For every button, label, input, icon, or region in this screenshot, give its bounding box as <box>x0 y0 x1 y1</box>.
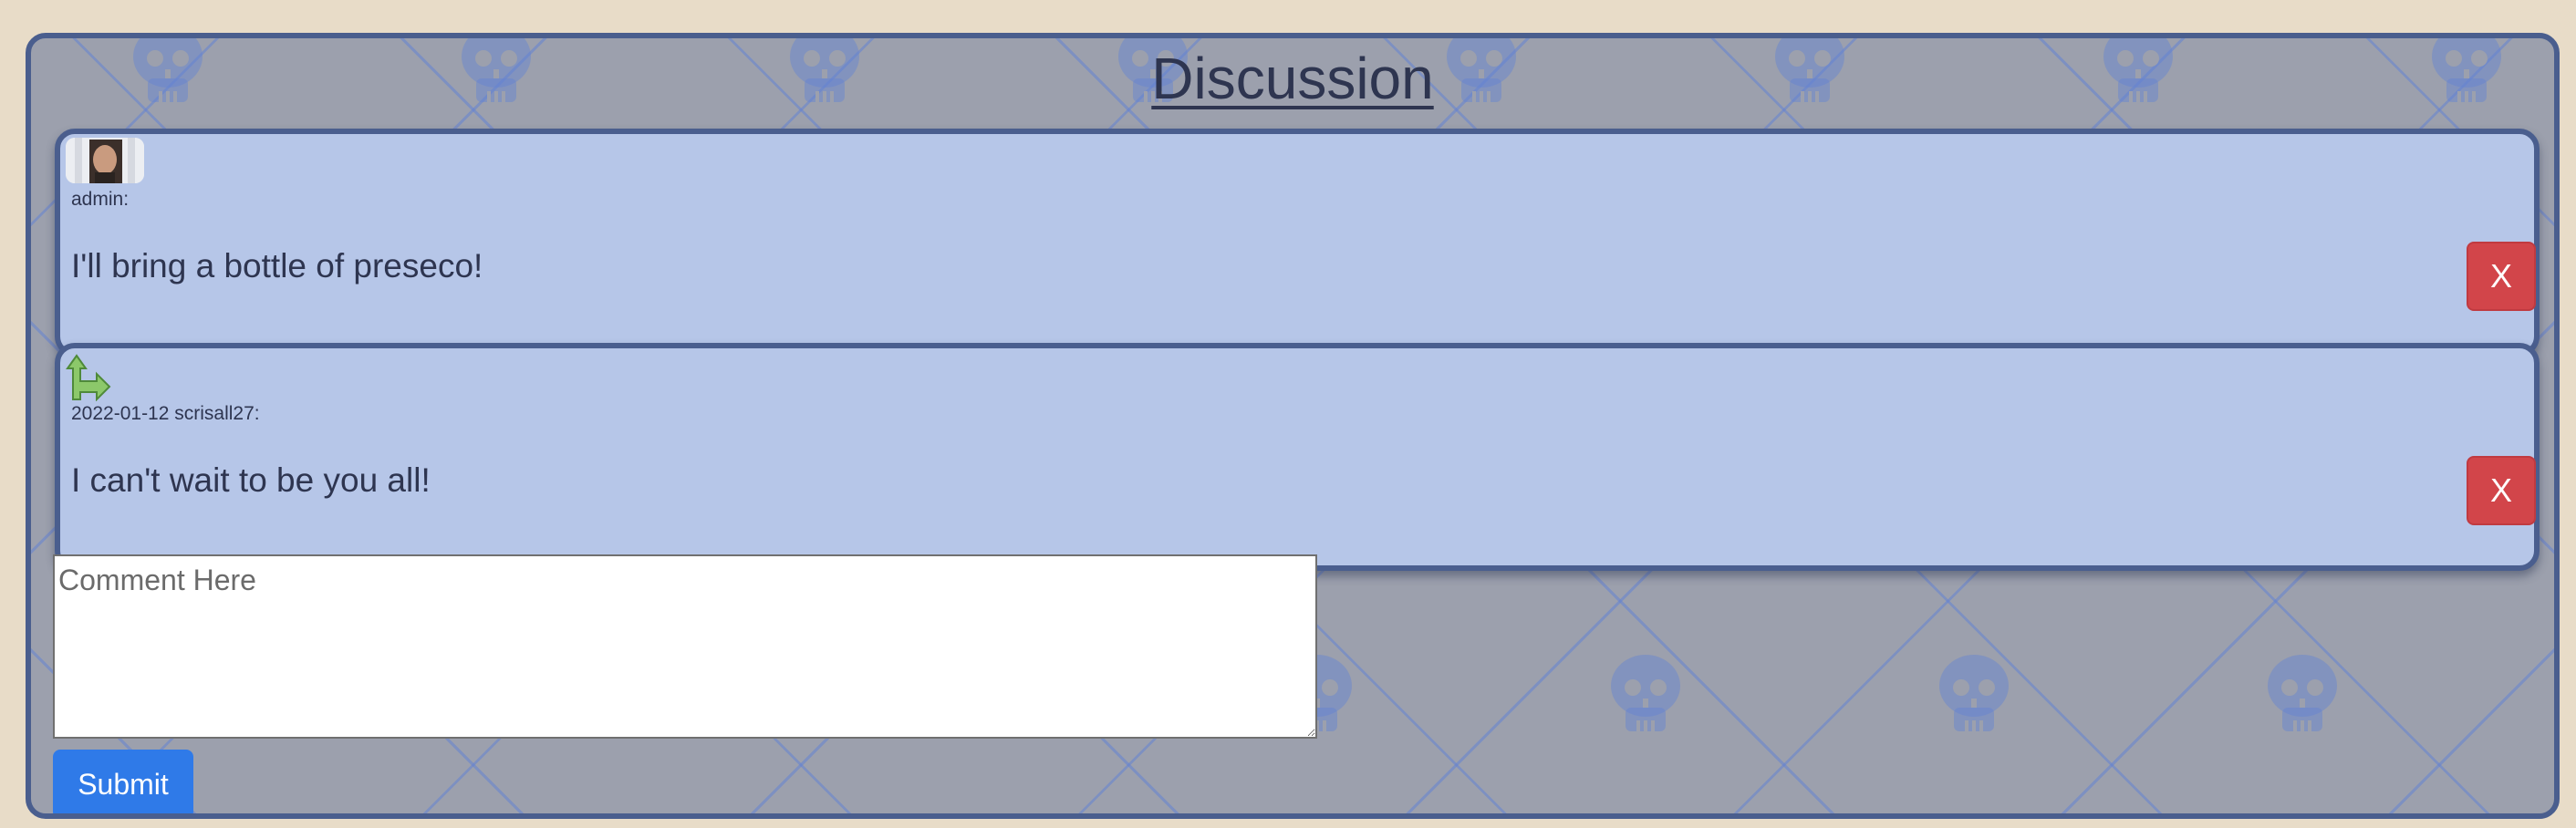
skull-pattern-icon <box>2268 655 2337 731</box>
comment-author: 2022-01-12 scrisall27: <box>71 403 260 424</box>
page-title: Discussion <box>1151 46 1434 111</box>
submit-button[interactable]: Submit <box>53 750 193 813</box>
comment-author: admin: <box>71 189 130 210</box>
skull-pattern-icon <box>1611 655 1680 731</box>
comment-input[interactable] <box>53 554 1317 739</box>
comment-text: I can't wait to be you all! <box>71 461 431 499</box>
comment-text: I'll bring a bottle of preseco! <box>71 247 483 285</box>
comment-card: admin: I'll bring a bottle of preseco! X <box>55 129 2540 357</box>
delete-comment-button[interactable]: X <box>2467 456 2536 525</box>
user-avatar <box>66 138 144 183</box>
reply-arrow-icon <box>66 354 111 401</box>
skull-pattern-icon <box>1939 655 2009 731</box>
delete-comment-button[interactable]: X <box>2467 242 2536 311</box>
comment-card: 2022-01-12 scrisall27: I can't wait to b… <box>55 343 2540 571</box>
discussion-panel: Discussion admin: I'll bring a bottle of… <box>26 33 2560 819</box>
